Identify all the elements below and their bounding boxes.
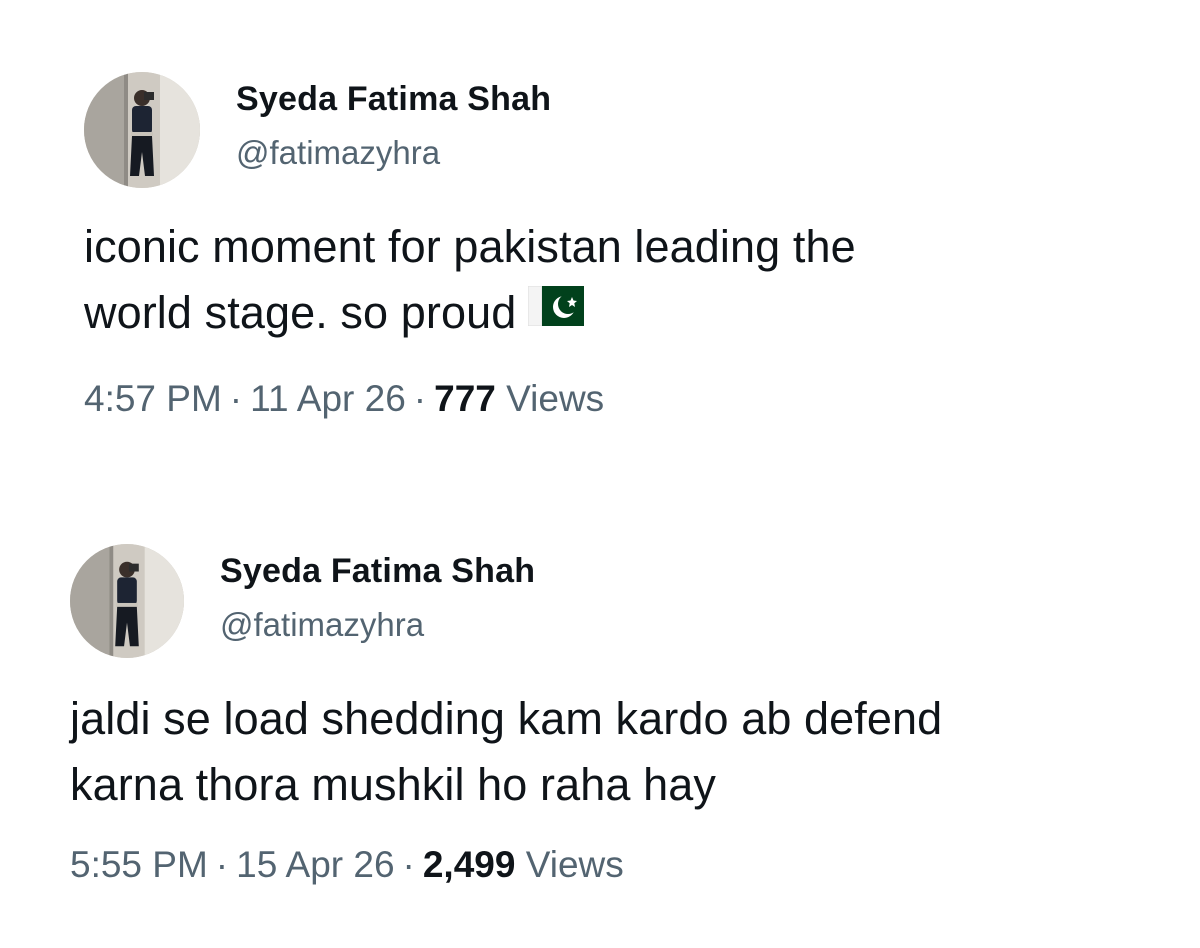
tweet-text-fragment: world stage. so proud: [84, 287, 517, 338]
tweet-text-line: jaldi se load shedding kam kardo ab defe…: [70, 693, 943, 744]
views-count[interactable]: 2,499: [423, 844, 516, 885]
separator-dot: ·: [413, 378, 427, 419]
tweet-text-line: karna thora mushkil ho raha hay: [70, 759, 716, 810]
author-handle[interactable]: @fatimazyhra: [236, 134, 440, 172]
tweet-date[interactable]: 11 Apr 26: [250, 378, 406, 419]
tweet-text: iconic moment for pakistan leading the w…: [84, 214, 856, 346]
views-label: Views: [506, 378, 605, 419]
author-name[interactable]: Syeda Fatima Shah: [236, 80, 551, 119]
views-count[interactable]: 777: [434, 378, 496, 419]
tweet-text: jaldi se load shedding kam kardo ab defe…: [70, 686, 942, 818]
tweet-time[interactable]: 4:57 PM: [84, 378, 222, 419]
separator-dot: ·: [215, 844, 229, 885]
profile-photo-icon: [84, 72, 200, 188]
tweet-meta: 5:55 PM · 15 Apr 26 · 2,499 Views: [70, 844, 624, 886]
tweet-time[interactable]: 5:55 PM: [70, 844, 208, 885]
separator-dot: ·: [402, 844, 415, 885]
avatar[interactable]: [70, 544, 184, 658]
tweet-meta: 4:57 PM · 11 Apr 26 · 777 Views: [84, 378, 604, 420]
separator-dot: ·: [229, 378, 243, 419]
tweet-text-line: iconic moment for pakistan leading the: [84, 221, 856, 272]
tweet-text-line: world stage. so proud: [84, 280, 856, 346]
author-handle[interactable]: @fatimazyhra: [220, 606, 424, 644]
avatar[interactable]: [84, 72, 200, 188]
profile-photo-icon: [70, 544, 184, 658]
author-name[interactable]: Syeda Fatima Shah: [220, 552, 535, 591]
views-label: Views: [525, 844, 624, 885]
pakistan-flag-icon: [527, 278, 585, 344]
tweet-date[interactable]: 15 Apr 26: [236, 844, 394, 885]
